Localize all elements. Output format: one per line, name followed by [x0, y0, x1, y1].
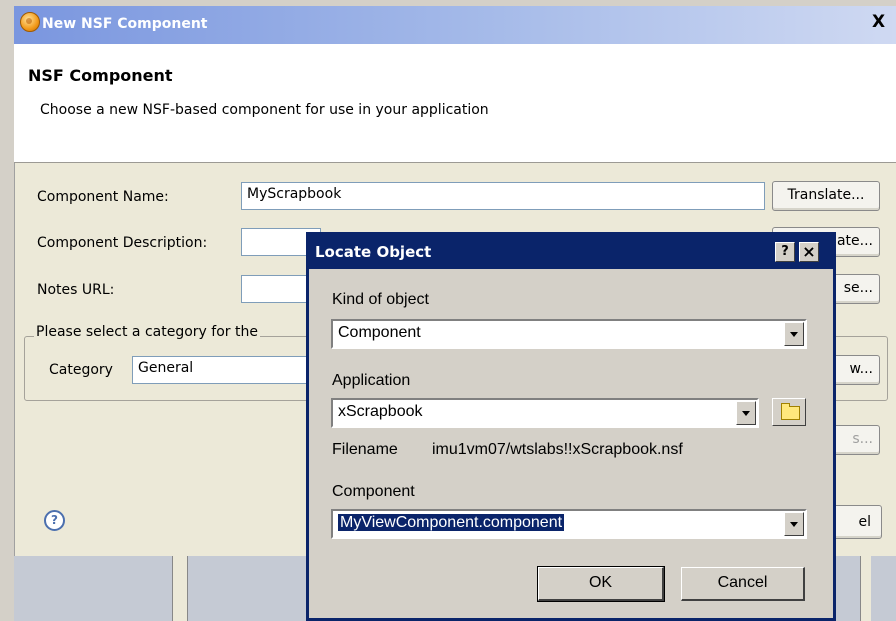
component-name-input[interactable]: MyScrapbook: [241, 182, 765, 210]
component-description-label: Component Description:: [37, 235, 208, 251]
translate-name-button[interactable]: Translate...: [772, 181, 880, 211]
header-banner: NSF Component Choose a new NSF-based com…: [14, 44, 896, 162]
underlying-window-edge-right: [860, 556, 871, 621]
application-select[interactable]: xScrapbook: [331, 398, 759, 428]
component-label: Component: [332, 483, 415, 500]
domino-app-icon: [20, 12, 40, 32]
component-name-label: Component Name:: [37, 189, 169, 205]
main-window-title: New NSF Component: [42, 16, 208, 32]
component-value: MyViewComponent.component: [338, 514, 565, 531]
chevron-down-icon[interactable]: [784, 322, 804, 346]
kind-of-object-label: Kind of object: [332, 291, 429, 308]
kind-of-object-value: Component: [338, 324, 421, 341]
banner-description: Choose a new NSF-based component for use…: [40, 102, 489, 118]
underlying-window-edge: [172, 556, 188, 621]
banner-title: NSF Component: [28, 66, 173, 85]
dialog-title-bar[interactable]: Locate Object ? ×: [309, 235, 833, 269]
chevron-down-icon[interactable]: [736, 401, 756, 425]
dialog-help-icon[interactable]: ?: [775, 242, 795, 262]
filename-label: Filename: [332, 441, 398, 458]
main-title-bar[interactable]: New NSF Component: [14, 6, 896, 44]
category-group-legend: Please select a category for the: [34, 324, 260, 340]
kind-of-object-select[interactable]: Component: [331, 319, 807, 349]
component-select[interactable]: MyViewComponent.component: [331, 509, 807, 539]
main-close-icon[interactable]: X: [872, 12, 896, 34]
help-icon[interactable]: ?: [44, 510, 65, 531]
application-value: xScrapbook: [338, 403, 423, 420]
application-label: Application: [332, 372, 411, 389]
filename-value: imu1vm07/wtslabs!!xScrapbook.nsf: [432, 441, 683, 458]
ok-button[interactable]: OK: [537, 566, 665, 602]
chevron-down-icon[interactable]: [784, 512, 804, 536]
cancel-button[interactable]: Cancel: [681, 567, 805, 601]
banner-divider: [14, 162, 896, 163]
folder-icon: [781, 403, 800, 420]
notes-url-label: Notes URL:: [37, 282, 115, 298]
dialog-title: Locate Object: [315, 243, 432, 261]
dialog-close-icon[interactable]: ×: [799, 242, 819, 262]
category-input[interactable]: General: [132, 356, 322, 384]
category-label: Category: [49, 362, 113, 378]
browse-application-button[interactable]: [772, 398, 806, 426]
